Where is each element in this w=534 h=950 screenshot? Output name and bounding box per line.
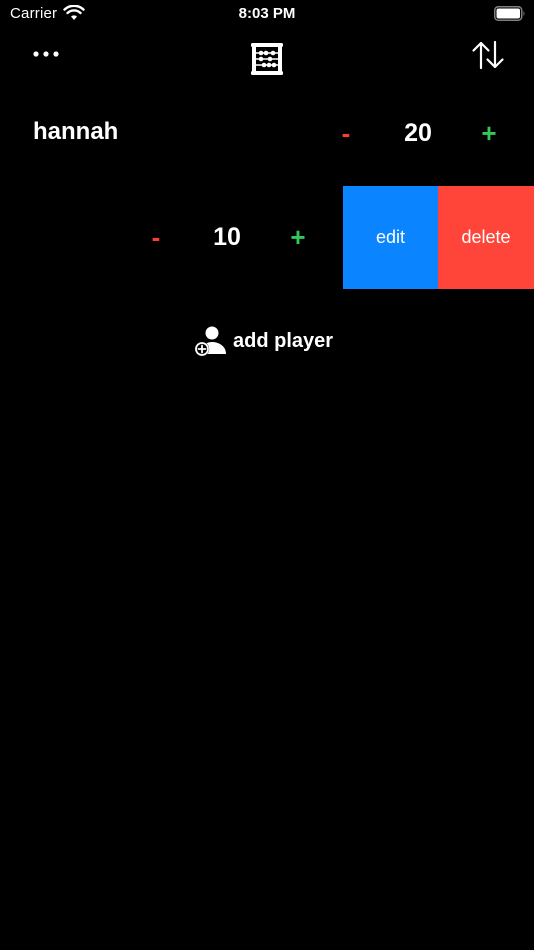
abacus-button[interactable] bbox=[247, 40, 287, 78]
more-options-button[interactable] bbox=[28, 40, 64, 68]
edit-button[interactable]: edit bbox=[343, 186, 438, 289]
edit-button-label: edit bbox=[375, 227, 406, 247]
player-name: hannah bbox=[33, 118, 119, 145]
status-time: 8:03 PM bbox=[238, 5, 296, 22]
abacus-icon bbox=[251, 43, 283, 75]
decrement-button[interactable]: - bbox=[326, 118, 366, 149]
player-score: 20 bbox=[404, 119, 432, 147]
decrement-button[interactable]: - bbox=[136, 222, 176, 253]
ellipsis-icon bbox=[33, 51, 59, 57]
increment-button[interactable]: + bbox=[278, 222, 318, 253]
delete-button-label: delete bbox=[461, 227, 511, 247]
status-bar: Carrier 8:03 PM bbox=[0, 0, 534, 30]
sort-arrows-icon bbox=[472, 40, 504, 70]
add-player-button[interactable]: add player bbox=[193, 323, 333, 359]
battery-icon bbox=[494, 6, 525, 21]
add-person-icon bbox=[194, 326, 226, 357]
add-player-label: add player bbox=[233, 329, 334, 352]
increment-button[interactable]: + bbox=[469, 118, 509, 149]
delete-button[interactable]: delete bbox=[438, 186, 534, 289]
player-row-swiped[interactable]: - 10 + edit delete bbox=[0, 186, 534, 289]
sort-button[interactable] bbox=[466, 36, 510, 74]
player-row[interactable]: hannah - 20 + bbox=[0, 84, 534, 187]
player-score: 10 bbox=[213, 223, 241, 251]
